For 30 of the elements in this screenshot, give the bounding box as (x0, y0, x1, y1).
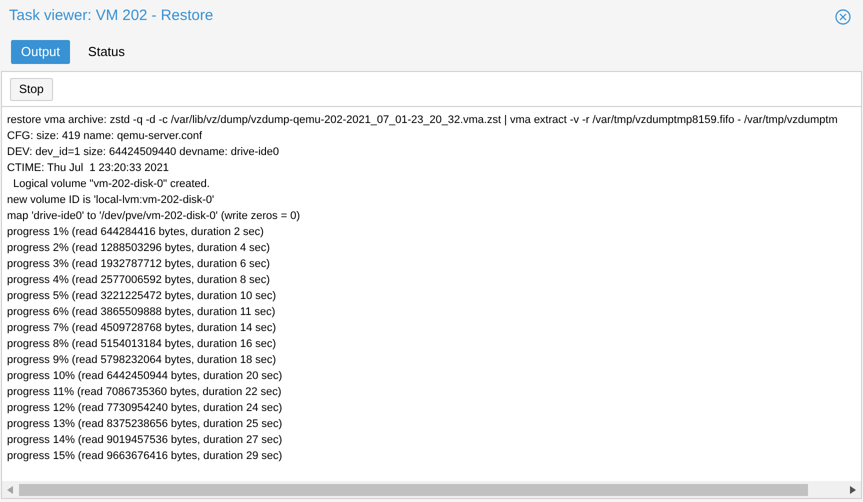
log-line: CTIME: Thu Jul 1 23:20:33 2021 (7, 161, 169, 176)
log-line: map 'drive-ide0' to '/dev/pve/vm-202-disk-0' (write zeros = 0) (7, 209, 300, 224)
tab[interactable]: Status (78, 40, 135, 64)
stop-button[interactable]: Stop (10, 78, 53, 100)
log-line: DEV: dev_id=1 size: 64424509440 devname: drive-ide0 (7, 145, 280, 160)
log-line: CFG: size: 419 name: qemu-server.conf (7, 129, 202, 144)
log-line: progress 8% (read 5154013184 bytes, duration 16 sec) (7, 337, 276, 352)
log-line: progress 15% (read 9663676416 bytes, duration 29 sec) (7, 449, 282, 464)
log-line: progress 5% (read 3221225472 bytes, duration 10 sec) (7, 289, 276, 304)
log-line: progress 10% (read 6442450944 bytes, duration 20 sec) (7, 369, 282, 384)
scrollbar-thumb[interactable] (19, 484, 808, 496)
log-line: progress 12% (read 7730954240 bytes, duration 24 sec) (7, 401, 282, 416)
log-line: progress 13% (read 8375238656 bytes, duration 25 sec) (7, 417, 282, 432)
horizontal-scrollbar[interactable] (2, 481, 861, 498)
log-line: progress 2% (read 1288503296 bytes, duration 4 sec) (7, 241, 270, 256)
log-line: progress 3% (read 1932787712 bytes, duration 6 sec) (7, 257, 270, 272)
log-line: progress 4% (read 2577006592 bytes, duration 8 sec) (7, 273, 270, 288)
log-line: progress 1% (read 644284416 bytes, duration 2 sec) (7, 225, 264, 240)
log-line: restore vma archive: zstd -q -d -c /var/lib/vz/dump/vzdump-qemu-202-2021_07_01-23_20_32.vma.zst | vma extract -v -r /var/tmp/vzdumptmp8159.fifo - /var/tmp/vzdumptm (7, 113, 838, 128)
log-line: progress 14% (read 9019457536 bytes, duration 27 sec) (7, 433, 282, 448)
scroll-left-icon[interactable] (7, 486, 13, 494)
log-line: progress 11% (read 7086735360 bytes, duration 22 sec) (7, 385, 282, 400)
window-title: Task viewer: VM 202 - Restore (9, 6, 214, 26)
log-line: progress 9% (read 5798232064 bytes, duration 18 sec) (7, 353, 276, 368)
log-line: progress 7% (read 4509728768 bytes, duration 14 sec) (7, 321, 276, 336)
close-icon[interactable] (835, 8, 851, 24)
log-line: new volume ID is 'local-lvm:vm-202-disk-0' (7, 193, 214, 208)
log-line: Logical volume "vm-202-disk-0" created. (12, 177, 210, 192)
log-line: progress 6% (read 3865509888 bytes, duration 11 sec) (7, 305, 276, 320)
scroll-right-icon[interactable] (850, 486, 856, 494)
